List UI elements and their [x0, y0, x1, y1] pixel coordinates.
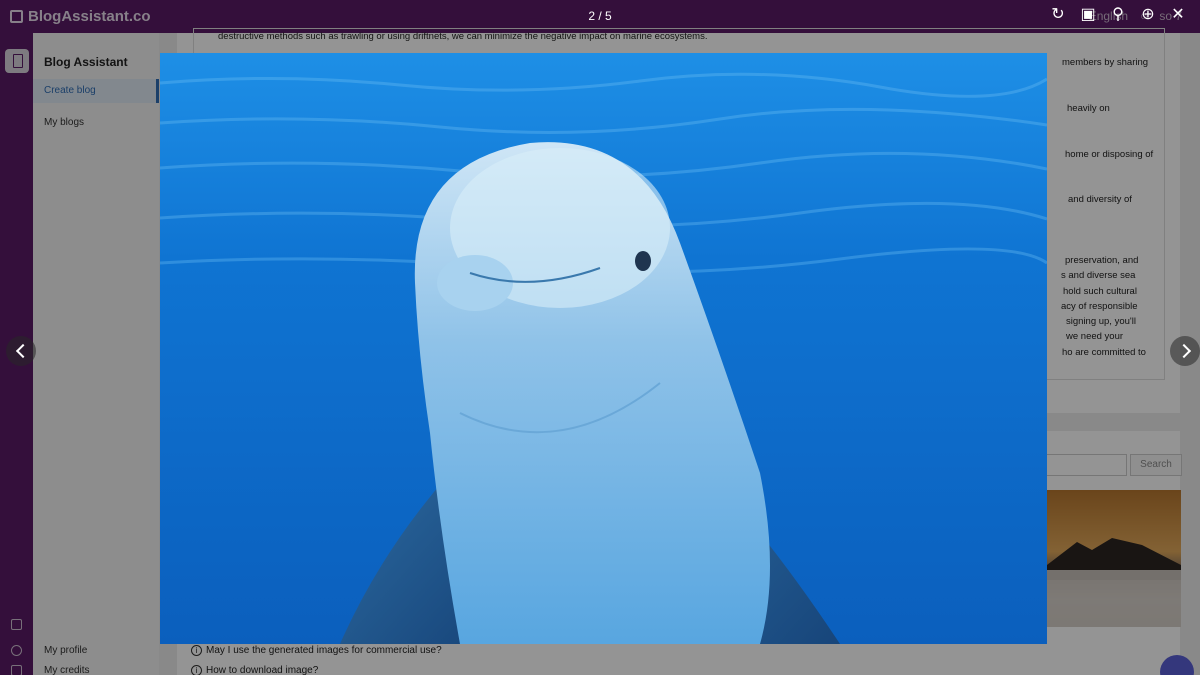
lightbox-overlay[interactable]: 2 / 5 ↻ ▣ ⚲ ⊕ ✕ [0, 0, 1200, 675]
close-icon[interactable]: ✕ [1170, 6, 1186, 24]
lightbox-toolbar: 2 / 5 ↻ ▣ ⚲ ⊕ ✕ [0, 0, 1200, 33]
dolphin-photo [160, 53, 1047, 644]
lightbox-image[interactable] [160, 53, 1047, 644]
previous-image-button[interactable] [6, 336, 36, 366]
zoom-in-icon[interactable]: ⊕ [1140, 6, 1156, 24]
rotate-icon[interactable]: ↻ [1050, 6, 1066, 24]
lightbox-tools: ↻ ▣ ⚲ ⊕ ✕ [1050, 6, 1186, 24]
share-icon[interactable]: ▣ [1080, 6, 1096, 24]
next-image-button[interactable] [1170, 336, 1200, 366]
image-counter: 2 / 5 [588, 9, 612, 23]
zoom-out-icon[interactable]: ⚲ [1110, 6, 1126, 24]
